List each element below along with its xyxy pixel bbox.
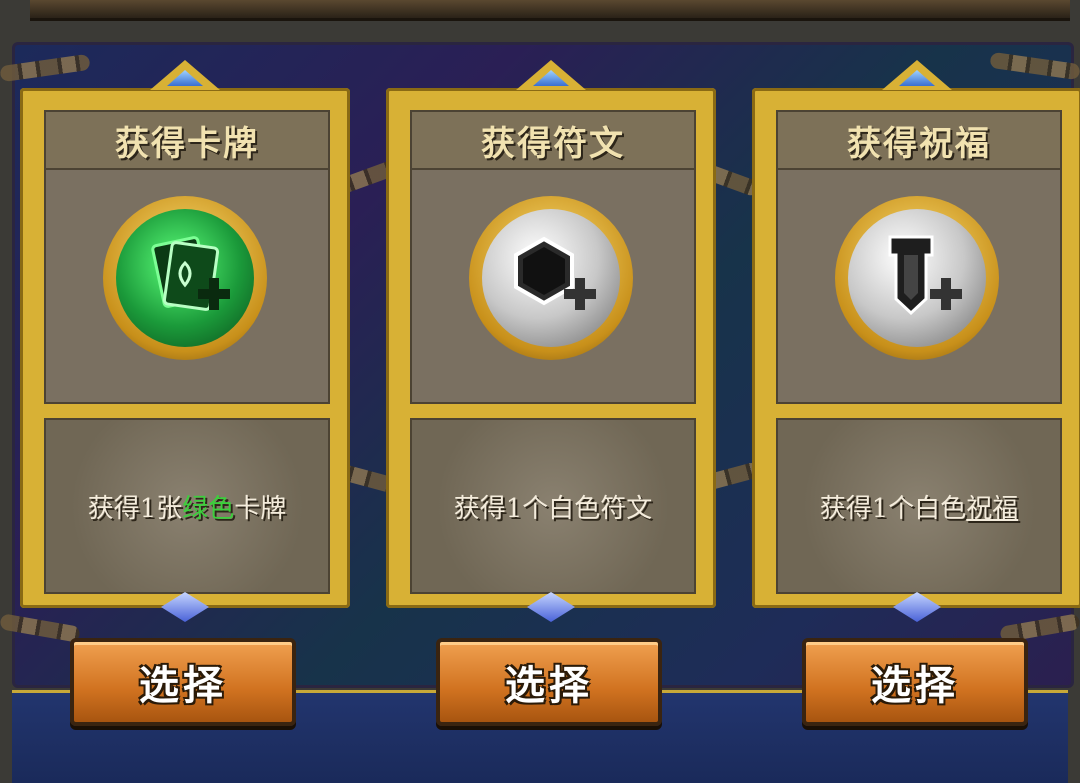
card-description-area: 获得1个白色祝福 (776, 418, 1062, 594)
desc-suffix: 卡牌 (234, 493, 287, 524)
card-title-bar: 获得卡牌 (44, 110, 330, 170)
card-title: 获得祝福 (847, 123, 991, 164)
white-banner-blessing-plus-icon (848, 209, 986, 347)
card-title-bar: 获得祝福 (776, 110, 1062, 170)
card-description: 获得1张绿色卡牌 (88, 488, 287, 525)
card-description-area: 获得1张绿色卡牌 (44, 418, 330, 594)
select-button-label: 选择 (505, 662, 593, 709)
card-description: 获得1个白色祝福 (820, 488, 1019, 525)
select-button-label: 选择 (871, 662, 959, 709)
card-get-blessing[interactable]: 获得祝福 获得1个白色祝福 (752, 60, 1080, 622)
card-medal (835, 196, 999, 360)
card-description-area: 获得1个白色符文 (410, 418, 696, 594)
card-title-bar: 获得符文 (410, 110, 696, 170)
desc-prefix: 获得1张 (87, 493, 183, 524)
select-button-card[interactable]: 选择 (70, 638, 296, 726)
select-button-label: 选择 (139, 662, 227, 709)
card-title: 获得卡牌 (115, 123, 259, 164)
top-frame-strip (30, 0, 1070, 21)
card-get-card[interactable]: 获得卡牌 获得1张绿色卡牌 (20, 60, 350, 622)
card-medal (103, 196, 267, 360)
card-description: 获得1个白色符文 (453, 493, 653, 524)
white-hexagon-rune-plus-icon (482, 209, 620, 347)
desc-highlight-underlined: 祝福 (966, 493, 1019, 524)
card-title: 获得符文 (481, 123, 625, 164)
desc-highlight-green: 绿色 (182, 493, 235, 524)
card-medal (469, 196, 633, 360)
select-button-blessing[interactable]: 选择 (802, 638, 1028, 726)
desc-prefix: 获得1个白色 (819, 493, 967, 524)
card-get-rune[interactable]: 获得符文 获得1个白色符文 (386, 60, 716, 622)
select-button-rune[interactable]: 选择 (436, 638, 662, 726)
green-card-plus-icon (116, 209, 254, 347)
